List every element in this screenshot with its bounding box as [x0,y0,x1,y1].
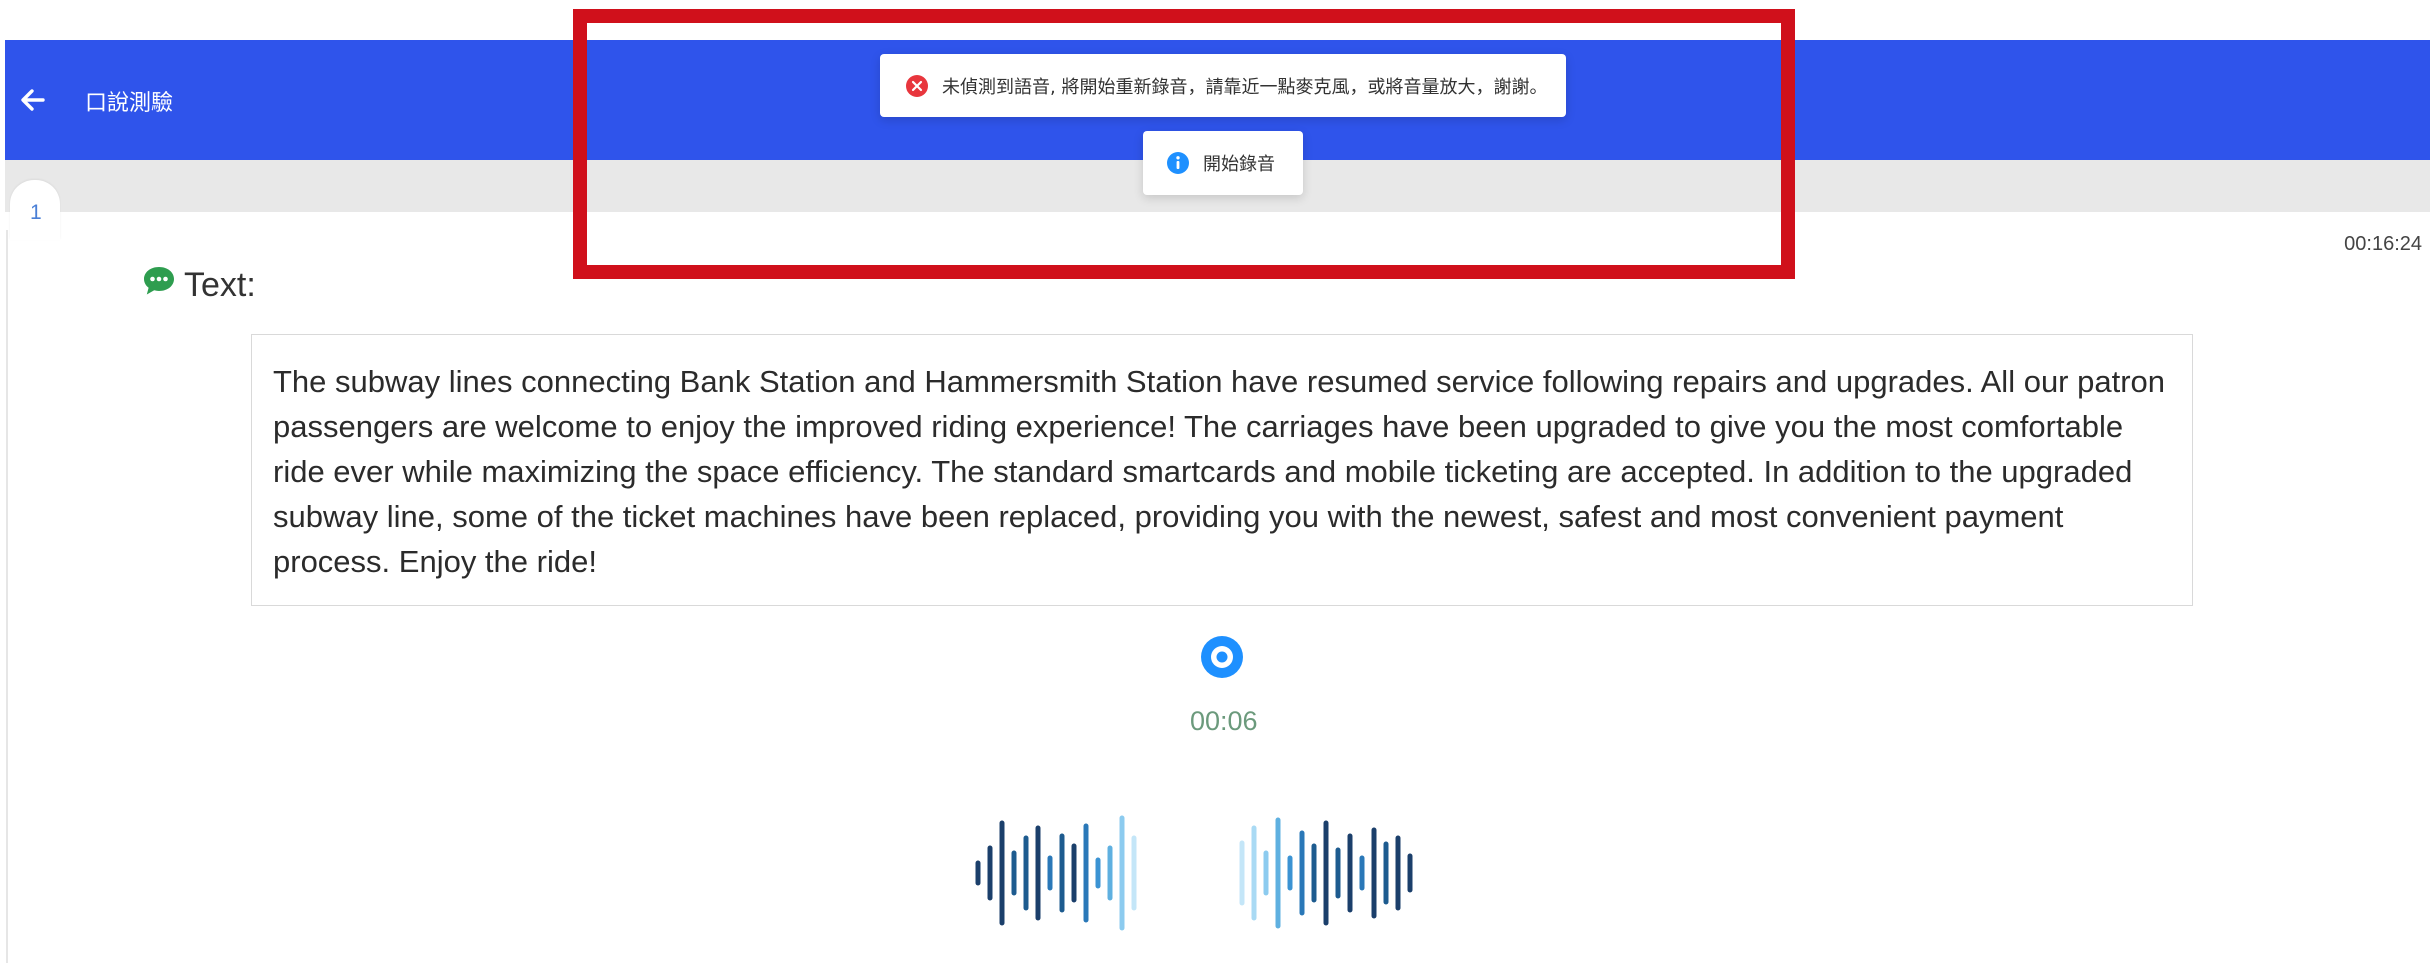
record-button[interactable] [1201,636,1243,678]
reading-passage: The subway lines connecting Bank Station… [251,334,2193,606]
section-label: Text: [184,266,256,304]
left-divider [6,230,8,963]
page-title: 口說測驗 [85,91,174,116]
highlight-box [573,9,1795,279]
section-heading: Text: [142,265,256,306]
arrow-left-icon [21,89,45,111]
chat-bubble-icon [142,265,176,306]
back-button[interactable] [15,82,51,118]
question-number: 1 [30,201,42,224]
audio-waveform-icon [975,815,1413,931]
record-icon [1201,636,1243,678]
recording-elapsed-time: 00:06 [1190,706,1258,736]
exam-timer: 00:16:24 [2344,233,2422,255]
